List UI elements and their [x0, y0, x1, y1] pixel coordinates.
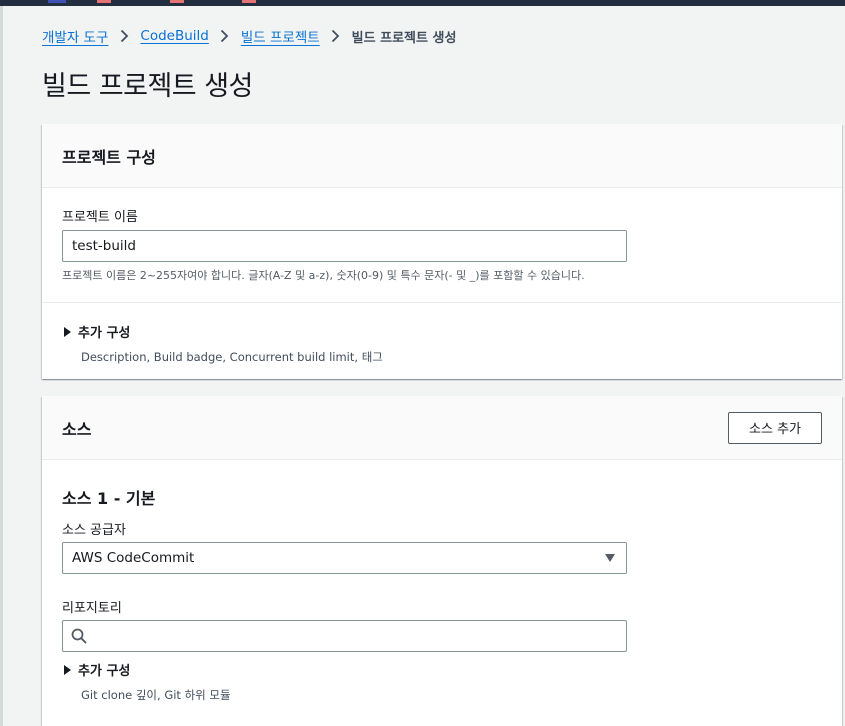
source-provider-value: AWS CodeCommit — [72, 550, 195, 566]
tab-indicator — [242, 0, 256, 3]
additional-config-desc: Description, Build badge, Concurrent bui… — [81, 350, 383, 364]
project-name-input[interactable]: test-build — [62, 230, 627, 262]
additional-config-desc: Git clone 깊이, Git 하위 모듈 — [81, 688, 231, 702]
project-additional-config-expander[interactable]: 추가 구성 Description, Build badge, Concurre… — [64, 322, 383, 365]
repository-search-input[interactable] — [62, 620, 627, 652]
source-provider-label: 소스 공급자 — [62, 523, 126, 538]
caret-down-icon — [605, 554, 615, 562]
divider — [42, 302, 842, 303]
additional-config-title: 추가 구성 — [78, 664, 131, 679]
search-icon — [71, 628, 87, 644]
side-nav-edge — [0, 6, 3, 726]
source-heading: 소스 — [62, 419, 92, 439]
project-config-header: 프로젝트 구성 — [42, 124, 842, 188]
project-name-value: test-build — [72, 238, 136, 254]
project-name-label: 프로젝트 이름 — [62, 210, 138, 225]
breadcrumb-build-projects[interactable]: 빌드 프로젝트 — [241, 26, 320, 46]
chevron-right-icon — [209, 29, 241, 43]
tab-indicator — [170, 0, 184, 3]
project-config-panel: 프로젝트 구성 프로젝트 이름 test-build 프로젝트 이름은 2~25… — [42, 124, 842, 379]
caret-right-icon — [64, 326, 71, 337]
project-config-heading: 프로젝트 구성 — [62, 147, 156, 167]
caret-right-icon — [64, 664, 71, 675]
breadcrumb-codebuild[interactable]: CodeBuild — [140, 28, 208, 44]
project-name-hint: 프로젝트 이름은 2~255자여야 합니다. 글자(A-Z 및 a-z), 숫자… — [62, 269, 585, 282]
top-nav-bar — [0, 0, 845, 6]
tab-indicator — [48, 0, 66, 3]
breadcrumb: 개발자 도구 CodeBuild 빌드 프로젝트 빌드 프로젝트 생성 — [42, 26, 456, 46]
tab-indicator — [97, 0, 111, 3]
breadcrumb-developer-tools[interactable]: 개발자 도구 — [42, 26, 108, 46]
add-source-button[interactable]: 소스 추가 — [728, 411, 822, 444]
source-additional-config-expander[interactable]: 추가 구성 Git clone 깊이, Git 하위 모듈 — [64, 660, 231, 703]
breadcrumb-current: 빌드 프로젝트 생성 — [351, 30, 457, 46]
page-title: 빌드 프로젝트 생성 — [42, 71, 253, 102]
source-1-title: 소스 1 - 기본 — [62, 489, 156, 508]
source-provider-select[interactable]: AWS CodeCommit — [62, 542, 627, 574]
additional-config-title: 추가 구성 — [78, 326, 131, 341]
chevron-right-icon — [320, 29, 352, 43]
source-panel: 소스 소스 추가 소스 1 - 기본 소스 공급자 AWS CodeCommit… — [42, 396, 842, 726]
source-header: 소스 소스 추가 — [42, 396, 842, 460]
repository-label: 리포지토리 — [62, 601, 122, 616]
chevron-right-icon — [108, 29, 140, 43]
